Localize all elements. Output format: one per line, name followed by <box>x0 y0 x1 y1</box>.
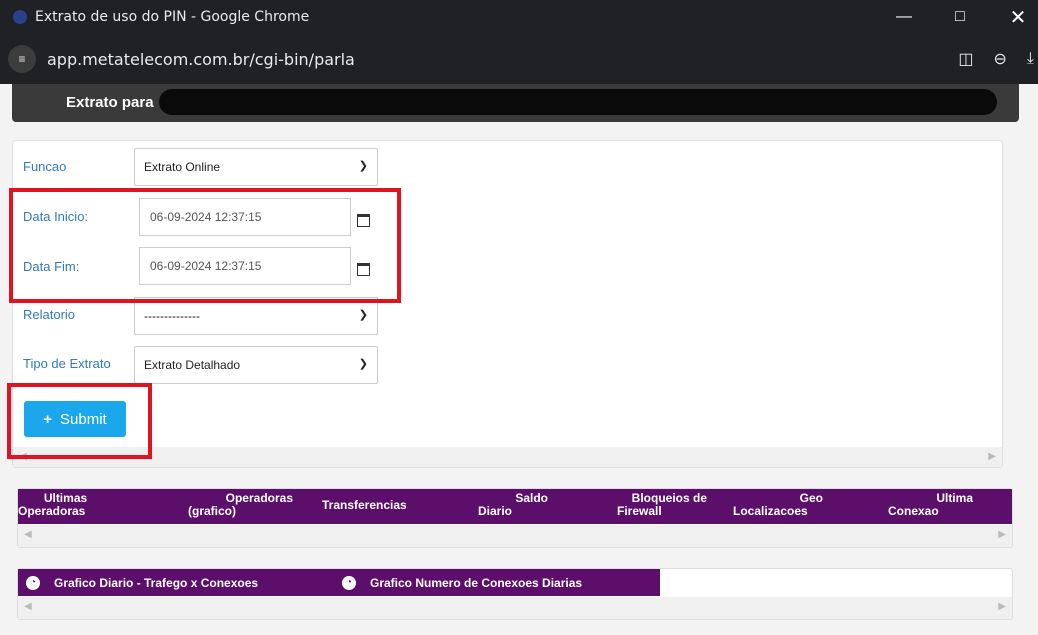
download-icon[interactable]: ⤓ <box>1027 50 1034 68</box>
page-header: Extrato para <box>12 84 1019 122</box>
horizontal-scrollbar[interactable]: ◀ ▶ <box>18 525 1012 547</box>
relatorio-value: -------------- <box>144 309 200 323</box>
tab-grafico-diario[interactable]: ◔ Grafico Diario - Trafego x Conexoes <box>26 569 258 596</box>
address-bar-actions: ◫ ⊖ ⤓ <box>958 34 1038 84</box>
title-bar: Extrato de uso do PIN - Google Chrome — … <box>0 0 1038 34</box>
header-label: Extrato para <box>66 94 154 111</box>
chevron-down-icon: ❯ <box>358 358 368 370</box>
url-text[interactable]: app.metatelecom.com.br/cgi-bin/parla <box>47 50 355 69</box>
scroll-left-icon[interactable]: ◀ <box>24 529 32 540</box>
tipo-extrato-label: Tipo de Extrato <box>23 356 111 371</box>
report-tabs: Ultimas Operadoras Operadoras (grafico) Tr… <box>18 489 1012 524</box>
report-tabs-panel: Ultimas Operadoras Operadoras (grafico) Tr… <box>17 488 1013 548</box>
horizontal-scrollbar[interactable]: ◀ ▶ <box>18 597 1012 619</box>
tab-ultima-conexao[interactable]: Ultima Conexao <box>888 492 973 518</box>
zoom-out-icon[interactable]: ⊖ <box>994 49 1007 69</box>
scroll-right-icon[interactable]: ▶ <box>988 451 996 462</box>
dashboard-icon: ◔ <box>342 575 356 590</box>
funcao-label: Funcao <box>23 159 67 174</box>
translate-icon[interactable]: ◫ <box>958 49 973 69</box>
tab-grafico-conexoes-label: Grafico Numero de Conexoes Diarias <box>370 575 583 590</box>
tab-grafico-diario-label: Grafico Diario - Trafego x Conexoes <box>54 575 259 590</box>
funcao-value: Extrato Online <box>144 160 221 174</box>
address-bar: ≡ app.metatelecom.com.br/cgi-bin/parla ◫… <box>0 34 1038 84</box>
browser-window: Extrato de uso do PIN - Google Chrome — … <box>0 0 1038 635</box>
scroll-right-icon[interactable]: ▶ <box>998 601 1006 612</box>
site-favicon-icon <box>13 10 27 24</box>
chevron-down-icon: ❯ <box>358 309 368 321</box>
graph-tabs-panel: ◔ Grafico Diario - Trafego x Conexoes ◔ … <box>17 568 1013 620</box>
tipo-extrato-select[interactable]: Extrato Detalhado ❯ <box>134 346 378 384</box>
tab-grafico-conexoes[interactable]: ◔ Grafico Numero de Conexoes Diarias <box>342 569 582 596</box>
close-icon[interactable]: ✕ <box>998 0 1038 34</box>
scroll-left-icon[interactable]: ◀ <box>24 601 32 612</box>
tab-geo-localizacoes[interactable]: Geo Localizacoes <box>733 492 823 518</box>
scroll-right-icon[interactable]: ▶ <box>998 529 1006 540</box>
window-title: Extrato de uso do PIN - Google Chrome <box>35 9 310 25</box>
tipo-extrato-value: Extrato Detalhado <box>144 358 241 372</box>
tab-bloqueios-firewall[interactable]: Bloqueios de Firewall <box>617 492 707 518</box>
redacted-block <box>159 89 997 115</box>
chevron-down-icon: ❯ <box>358 160 368 172</box>
tab-ultimas-operadoras[interactable]: Ultimas Operadoras <box>18 492 113 518</box>
submit-highlight-box <box>7 383 152 459</box>
date-highlight-box <box>9 188 401 303</box>
tab-transferencias[interactable]: Transferencias <box>322 499 432 512</box>
minimize-icon[interactable]: — <box>884 0 924 34</box>
dashboard-icon: ◔ <box>26 575 40 590</box>
graph-tabs: ◔ Grafico Diario - Trafego x Conexoes ◔ … <box>18 569 660 596</box>
relatorio-label: Relatorio <box>23 307 76 322</box>
tab-operadoras-grafico[interactable]: Operadoras (grafico) <box>188 492 293 518</box>
tab-saldo-diario[interactable]: Saldo Diario <box>478 492 548 518</box>
site-settings-icon[interactable]: ≡ <box>8 45 36 73</box>
funcao-select[interactable]: Extrato Online ❯ <box>134 148 378 186</box>
page-content: Extrato para Funcao Extrato Online ❯ Dat… <box>0 84 1038 635</box>
maximize-icon[interactable]: □ <box>940 0 980 34</box>
horizontal-scrollbar[interactable]: ◀ ▶ <box>13 447 1002 467</box>
